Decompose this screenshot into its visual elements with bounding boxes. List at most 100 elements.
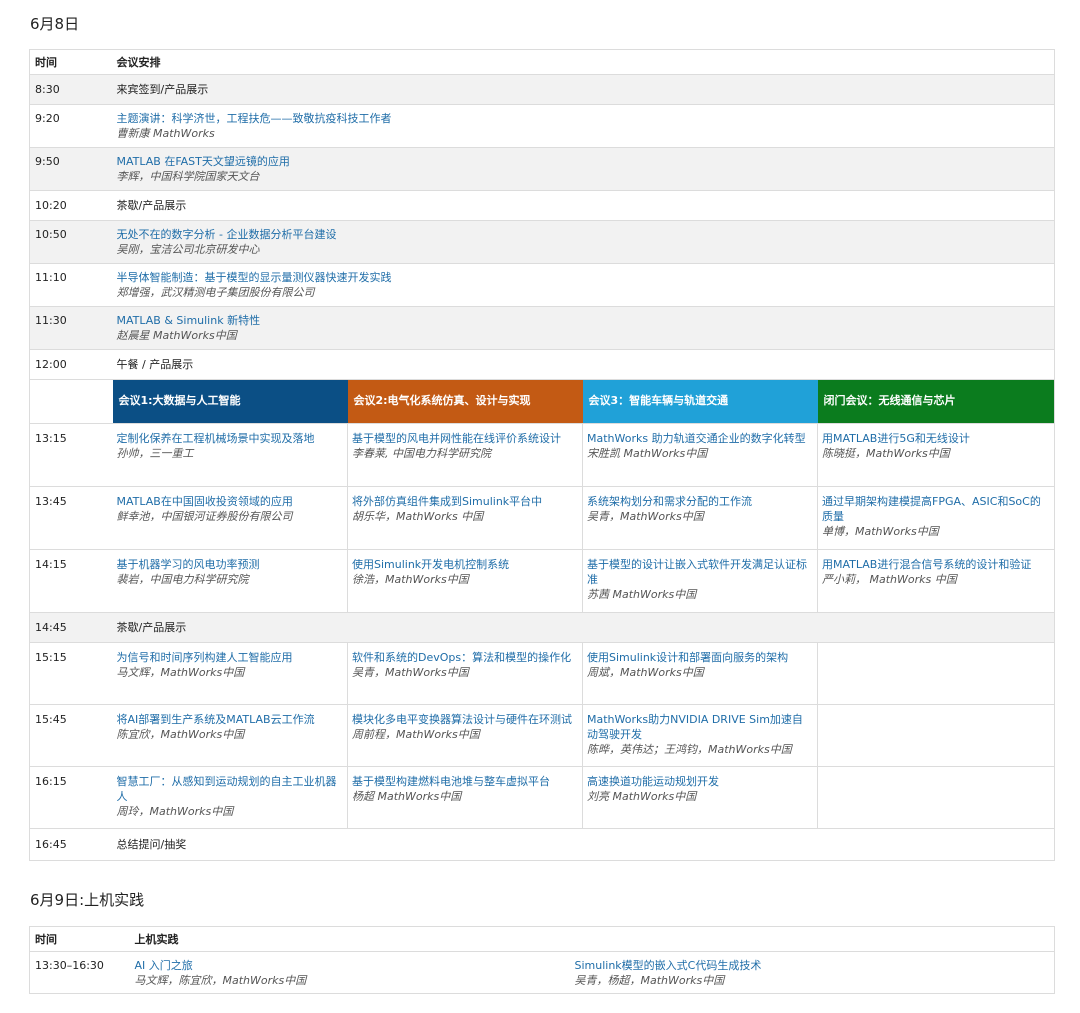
talk-link[interactable]: 将AI部署到生产系统及MATLAB云工作流 bbox=[117, 712, 344, 727]
table-row: 9:20 主题演讲：科学济世，工程扶危——致敬抗疫科技工作者 曹新康 MathW… bbox=[29, 104, 1055, 148]
talk-cell: MATLAB & Simulink 新特性 赵晨星 MathWorks中国 bbox=[112, 306, 1055, 350]
talk-cell: 基于机器学习的风电功率预测 裴岩，中国电力科学研究院 bbox=[112, 549, 348, 613]
time-cell: 16:45 bbox=[29, 828, 113, 861]
talk-link[interactable]: 使用Simulink开发电机控制系统 bbox=[352, 557, 578, 572]
time-cell: 13:45 bbox=[29, 486, 113, 550]
talk-link[interactable]: 软件和系统的DevOps：算法和模型的操作化 bbox=[352, 650, 578, 665]
talk-link[interactable]: Simulink模型的嵌入式C代码生成技术 bbox=[575, 958, 1051, 973]
speaker-text: 胡乐华，MathWorks 中国 bbox=[352, 510, 484, 523]
speaker-text: 苏茜 MathWorks中国 bbox=[587, 588, 697, 601]
speaker-text: 周前程，MathWorks中国 bbox=[352, 728, 480, 741]
talk-cell: 通过早期架构建模提高FPGA、ASIC和SoC的质量 单博，MathWorks中国 bbox=[817, 486, 1055, 550]
speaker-text: 裴岩，中国电力科学研究院 bbox=[116, 573, 249, 586]
talk-cell: 半导体智能制造：基于模型的显示量测仪器快速开发实践 郑增强，武汉精测电子集团股份… bbox=[112, 263, 1055, 307]
talk-link[interactable]: MATLAB 在FAST天文望远镜的应用 bbox=[117, 154, 1051, 169]
talk-cell: 使用Simulink开发电机控制系统 徐浩，MathWorks中国 bbox=[347, 549, 583, 613]
talk-link[interactable]: 基于模型的设计让嵌入式软件开发满足认证标准 bbox=[587, 557, 813, 587]
talk-cell: 基于模型的设计让嵌入式软件开发满足认证标准 苏茜 MathWorks中国 bbox=[582, 549, 818, 613]
activity-text: 总结提问/抽奖 bbox=[112, 828, 1055, 861]
table-row: 15:15 为信号和时间序列构建人工智能应用 马文辉，MathWorks中国 软件… bbox=[29, 642, 1055, 705]
talk-link[interactable]: MathWorks 助力轨道交通企业的数字化转型 bbox=[587, 431, 813, 446]
table-row: 13:15 定制化保养在工程机械场景中实现及落地 孙帅，三一重工 基于模型的风电并… bbox=[29, 423, 1055, 487]
talk-cell: 定制化保养在工程机械场景中实现及落地 孙帅，三一重工 bbox=[112, 423, 348, 487]
talk-link[interactable]: 模块化多电平变换器算法设计与硬件在环测试 bbox=[352, 712, 578, 727]
talk-link[interactable]: 半导体智能制造：基于模型的显示量测仪器快速开发实践 bbox=[117, 270, 1051, 285]
talk-cell: 将AI部署到生产系统及MATLAB云工作流 陈宜欣，MathWorks中国 bbox=[112, 704, 348, 767]
track-header-ai: 会议1:大数据与人工智能 bbox=[112, 379, 348, 424]
table-row: 16:45 总结提问/抽奖 bbox=[29, 828, 1055, 861]
time-cell: 8:30 bbox=[29, 74, 113, 105]
table-row: 14:15 基于机器学习的风电功率预测 裴岩，中国电力科学研究院 使用Simuli… bbox=[29, 549, 1055, 613]
talk-cell: 系统架构划分和需求分配的工作流 吴青，MathWorks中国 bbox=[582, 486, 818, 550]
header-agenda: 上机实践 bbox=[130, 926, 1055, 952]
day1-schedule-table: 时间 会议安排 8:30 来宾签到/产品展示 9:20 主题演讲：科学济世，工程… bbox=[29, 49, 1055, 861]
talk-link[interactable]: 定制化保养在工程机械场景中实现及落地 bbox=[117, 431, 344, 446]
talk-link[interactable]: MathWorks助力NVIDIA DRIVE Sim加速自动驾驶开发 bbox=[587, 712, 813, 742]
day2-schedule-table: 时间 上机实践 13:30–16:30 AI 入门之旅 马文辉，陈宜欣，Math… bbox=[29, 926, 1055, 994]
talk-link[interactable]: MATLAB在中国固收投资领域的应用 bbox=[117, 494, 344, 509]
speaker-text: 吴青，MathWorks中国 bbox=[352, 666, 469, 679]
time-cell: 10:20 bbox=[29, 190, 113, 221]
talk-link[interactable]: MATLAB & Simulink 新特性 bbox=[117, 313, 1051, 328]
talk-cell: MathWorks 助力轨道交通企业的数字化转型 宋胜凯 MathWorks中国 bbox=[582, 423, 818, 487]
talk-cell: 用MATLAB进行混合信号系统的设计和验证 严小莉， MathWorks 中国 bbox=[817, 549, 1055, 613]
talk-link[interactable]: 用MATLAB进行5G和无线设计 bbox=[822, 431, 1050, 446]
talk-link[interactable]: 通过早期架构建模提高FPGA、ASIC和SoC的质量 bbox=[822, 494, 1050, 524]
time-cell: 12:00 bbox=[29, 349, 113, 380]
time-cell: 9:50 bbox=[29, 147, 113, 191]
talk-link[interactable]: AI 入门之旅 bbox=[135, 958, 567, 973]
speaker-text: 陈宜欣，MathWorks中国 bbox=[116, 728, 245, 741]
empty-cell bbox=[817, 704, 1055, 767]
talk-cell: 模块化多电平变换器算法设计与硬件在环测试 周前程，MathWorks中国 bbox=[347, 704, 583, 767]
time-cell: 14:15 bbox=[29, 549, 113, 613]
track-header-electrification: 会议2:电气化系统仿真、设计与实现 bbox=[347, 379, 583, 424]
talk-cell: Simulink模型的嵌入式C代码生成技术 吴青，杨超，MathWorks中国 bbox=[570, 951, 1055, 994]
speaker-text: 郑增强，武汉精测电子集团股份有限公司 bbox=[116, 286, 315, 299]
talk-cell: 高速换道功能运动规划开发 刘亮 MathWorks中国 bbox=[582, 766, 818, 829]
talk-link[interactable]: 系统架构划分和需求分配的工作流 bbox=[587, 494, 813, 509]
talk-cell: 将外部仿真组件集成到Simulink平台中 胡乐华，MathWorks 中国 bbox=[347, 486, 583, 550]
activity-text: 茶歇/产品展示 bbox=[112, 190, 1055, 221]
talk-link[interactable]: 基于模型构建燃料电池堆与整车虚拟平台 bbox=[352, 774, 578, 789]
talk-link[interactable]: 基于模型的风电并网性能在线评价系统设计 bbox=[352, 431, 578, 446]
talk-link[interactable]: 为信号和时间序列构建人工智能应用 bbox=[117, 650, 344, 665]
table-row: 11:10 半导体智能制造：基于模型的显示量测仪器快速开发实践 郑增强，武汉精测… bbox=[29, 263, 1055, 307]
speaker-text: 陈晓挺，MathWorks中国 bbox=[822, 447, 950, 460]
talk-cell: 软件和系统的DevOps：算法和模型的操作化 吴青，MathWorks中国 bbox=[347, 642, 583, 705]
time-cell: 13:30–16:30 bbox=[29, 951, 131, 994]
talk-link[interactable]: 将外部仿真组件集成到Simulink平台中 bbox=[352, 494, 578, 509]
talk-cell: 智慧工厂：从感知到运动规划的自主工业机器人 周玲，MathWorks中国 bbox=[112, 766, 348, 829]
talk-cell: AI 入门之旅 马文辉，陈宜欣，MathWorks中国 bbox=[130, 951, 571, 994]
empty-cell bbox=[817, 766, 1055, 829]
talk-link[interactable]: 无处不在的数字分析 - 企业数据分析平台建设 bbox=[117, 227, 1051, 242]
talk-link[interactable]: 智慧工厂：从感知到运动规划的自主工业机器人 bbox=[117, 774, 344, 804]
empty-cell bbox=[29, 379, 113, 424]
table-row: 13:45 MATLAB在中国固收投资领域的应用 鲜幸池，中国银河证券股份有限公司… bbox=[29, 486, 1055, 550]
talk-link[interactable]: 使用Simulink设计和部署面向服务的架构 bbox=[587, 650, 813, 665]
talk-link[interactable]: 高速换道功能运动规划开发 bbox=[587, 774, 813, 789]
track-header-vehicles: 会议3：智能车辆与轨道交通 bbox=[582, 379, 818, 424]
table-row: 13:30–16:30 AI 入门之旅 马文辉，陈宜欣，MathWorks中国 … bbox=[29, 951, 1055, 994]
talk-cell: MathWorks助力NVIDIA DRIVE Sim加速自动驾驶开发 陈晔，英伟… bbox=[582, 704, 818, 767]
speaker-text: 严小莉， MathWorks 中国 bbox=[822, 573, 957, 586]
time-cell: 14:45 bbox=[29, 612, 113, 643]
talk-link[interactable]: 主题演讲：科学济世，工程扶危——致敬抗疫科技工作者 bbox=[117, 111, 1051, 126]
table-row: 9:50 MATLAB 在FAST天文望远镜的应用 李辉，中国科学院国家天文台 bbox=[29, 147, 1055, 191]
talk-cell: MATLAB在中国固收投资领域的应用 鲜幸池，中国银河证券股份有限公司 bbox=[112, 486, 348, 550]
speaker-text: 徐浩，MathWorks中国 bbox=[352, 573, 469, 586]
talk-cell: 基于模型构建燃料电池堆与整车虚拟平台 杨超 MathWorks中国 bbox=[347, 766, 583, 829]
talk-link[interactable]: 用MATLAB进行混合信号系统的设计和验证 bbox=[822, 557, 1050, 572]
time-cell: 11:10 bbox=[29, 263, 113, 307]
talk-link[interactable]: 基于机器学习的风电功率预测 bbox=[117, 557, 344, 572]
time-cell: 9:20 bbox=[29, 104, 113, 148]
header-agenda: 会议安排 bbox=[112, 49, 1055, 75]
table-row: 10:20 茶歇/产品展示 bbox=[29, 190, 1055, 221]
talk-cell: 为信号和时间序列构建人工智能应用 马文辉，MathWorks中国 bbox=[112, 642, 348, 705]
speaker-text: 宋胜凯 MathWorks中国 bbox=[587, 447, 708, 460]
speaker-text: 吴青，MathWorks中国 bbox=[587, 510, 704, 523]
talk-cell: 无处不在的数字分析 - 企业数据分析平台建设 吴刚，宝洁公司北京研发中心 bbox=[112, 220, 1055, 264]
day2-title: 6月9日:上机实践 bbox=[30, 891, 145, 909]
table-row: 15:45 将AI部署到生产系统及MATLAB云工作流 陈宜欣，MathWorks… bbox=[29, 704, 1055, 767]
speaker-text: 鲜幸池，中国银河证券股份有限公司 bbox=[116, 510, 293, 523]
speaker-text: 单博，MathWorks中国 bbox=[822, 525, 939, 538]
